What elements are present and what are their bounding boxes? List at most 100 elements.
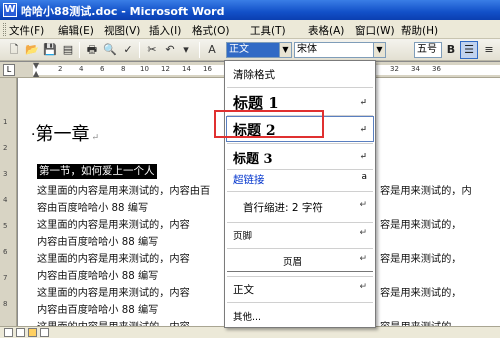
- menu-bar: 文件(F) 编辑(E) 视图(V) 插入(I) 格式(O) 工具(T) 表格(A…: [0, 20, 500, 39]
- body-line: 这里面的内容是用来测试的，内容由百: [37, 186, 211, 197]
- tab-selector-icon[interactable]: L: [3, 64, 15, 76]
- size-combo[interactable]: 五号: [414, 42, 442, 58]
- highlight-box: [214, 110, 324, 138]
- style-item-header[interactable]: 页眉 ↵: [227, 254, 373, 272]
- paragraph-mark-icon: ↵: [359, 282, 367, 292]
- menu-edit[interactable]: 编辑(E): [58, 23, 94, 38]
- chevron-down-icon[interactable]: ▼: [373, 43, 385, 57]
- menu-help[interactable]: 帮助(H): [401, 23, 438, 38]
- vruler-number: 6: [3, 248, 8, 256]
- paragraph-mark-icon: ↵: [91, 133, 99, 143]
- selected-section-title[interactable]: 第一节，如何爱上一个人: [37, 164, 157, 179]
- style-item-more[interactable]: 其他...: [227, 309, 373, 325]
- chapter-heading: ·第一章 ↵: [31, 120, 99, 146]
- dropdown-separator: [227, 276, 373, 277]
- align-justify-icon[interactable]: ☰: [460, 41, 478, 59]
- body-line: 这里面的内容是用来测试的，内容: [37, 254, 190, 265]
- font-combo[interactable]: 宋体 ▼: [294, 42, 386, 58]
- ruler-number: 36: [432, 65, 441, 73]
- style-item-heading-3[interactable]: 标题 3 ↵: [227, 145, 373, 167]
- vruler-number: 2: [3, 144, 8, 152]
- indent-marker-icon[interactable]: ▼ ▲: [33, 62, 41, 78]
- chevron-down-icon[interactable]: ▼: [279, 43, 291, 57]
- character-style-icon: a: [361, 172, 367, 182]
- body-line: 内容由百度哈哈小 88 编写: [37, 271, 159, 282]
- heading-text: 第一章: [35, 124, 90, 145]
- style-item-label: 正文: [233, 284, 254, 296]
- style-item-clear-format[interactable]: 清除格式: [227, 67, 373, 85]
- web-view-icon[interactable]: [16, 328, 25, 337]
- dropdown-separator: [227, 248, 373, 249]
- dropdown-separator: [227, 191, 373, 192]
- ruler-number: 14: [182, 65, 191, 73]
- style-item-first-line-indent[interactable]: 首行缩进: 2 字符 ↵: [227, 200, 373, 218]
- open-folder-icon[interactable]: 📂: [24, 42, 40, 58]
- ruler-number: 6: [100, 65, 105, 73]
- dropdown-separator: [227, 302, 373, 303]
- outline-view-icon[interactable]: [40, 328, 49, 337]
- font-combo-value: 宋体: [297, 44, 317, 55]
- paragraph-mark-icon: ↵: [359, 125, 367, 135]
- vruler-number: 7: [3, 274, 8, 282]
- word-app-icon: W: [3, 3, 17, 17]
- menu-insert[interactable]: 插入(I): [149, 23, 181, 38]
- formatting-toolbar: 🗋 📂 💾 ▤ 🖶 🔍 ✓ ✂ ↶ ▾ A 正文 ▼ 宋体 ▼ 五号 B ☰ ≡: [0, 39, 500, 61]
- dropdown-separator: [227, 169, 373, 170]
- normal-view-icon[interactable]: [4, 328, 13, 337]
- new-document-icon[interactable]: 🗋: [6, 42, 22, 58]
- spelling-icon[interactable]: ✓: [120, 42, 136, 58]
- print-preview-icon[interactable]: 🔍: [102, 42, 118, 58]
- dropdown-separator: [227, 143, 373, 144]
- menu-window[interactable]: 窗口(W): [355, 23, 395, 38]
- paragraph-mark-icon: ↵: [359, 228, 367, 238]
- size-combo-value: 五号: [417, 44, 437, 55]
- style-item-label: 清除格式: [233, 69, 275, 81]
- undo-dropdown-icon[interactable]: ▾: [178, 42, 194, 58]
- undo-icon[interactable]: ↶: [162, 42, 178, 58]
- vertical-ruler[interactable]: 1 2 3 4 5 6 7 8: [0, 78, 17, 326]
- body-line-right: 容是用来测试的，: [380, 254, 462, 265]
- body-line: 内容由百度哈哈小 88 编写: [37, 237, 159, 248]
- style-combo-value: 正文: [229, 44, 249, 55]
- ruler-number: 12: [161, 65, 170, 73]
- style-dropdown: 清除格式 标题 1 ↵ 标题 2 ↵ 标题 3 ↵ 超链接 a 首行缩进: 2 …: [224, 60, 376, 328]
- body-line: 这里面的内容是用来测试的，内容: [37, 220, 190, 231]
- menubar-grip: [3, 23, 6, 36]
- style-item-normal[interactable]: 正文 ↵: [227, 282, 373, 300]
- menu-view[interactable]: 视图(V): [104, 23, 140, 38]
- menu-tools[interactable]: 工具(T): [250, 23, 286, 38]
- ruler-number: 4: [79, 65, 84, 73]
- style-item-label: 其他...: [233, 312, 262, 323]
- vruler-number: 3: [3, 170, 8, 178]
- ruler-number: 10: [140, 65, 149, 73]
- print-layout-icon[interactable]: [28, 328, 37, 337]
- style-item-label: 页脚: [233, 231, 253, 242]
- cut-icon[interactable]: ✂: [144, 42, 160, 58]
- style-item-hyperlink[interactable]: 超链接 a: [227, 172, 373, 190]
- bold-button[interactable]: B: [442, 41, 460, 59]
- body-line: 内容由百度哈哈小 88 编写: [37, 305, 159, 316]
- menu-format[interactable]: 格式(O): [192, 23, 229, 38]
- permission-icon[interactable]: ▤: [60, 42, 76, 58]
- style-item-footer[interactable]: 页脚 ↵: [227, 228, 373, 246]
- print-icon[interactable]: 🖶: [84, 42, 100, 58]
- vruler-number: 1: [3, 118, 8, 126]
- body-line: 这里面的内容是用来测试的，内容: [37, 288, 190, 299]
- ruler-number: 2: [58, 65, 63, 73]
- save-icon[interactable]: 💾: [42, 42, 58, 58]
- menu-table[interactable]: 表格(A): [308, 23, 344, 38]
- vruler-number: 8: [3, 300, 8, 308]
- dropdown-separator: [227, 87, 373, 88]
- toolbar-separator: [199, 42, 200, 58]
- ruler-number: 16: [203, 65, 212, 73]
- align-center-icon[interactable]: ≡: [480, 41, 498, 59]
- body-line-right: 容是用来测试的，: [380, 220, 462, 231]
- menu-file[interactable]: 文件(F): [9, 23, 44, 38]
- body-line-right: 容是用来测试的，内: [380, 186, 472, 197]
- style-item-label: 超链接: [233, 174, 265, 186]
- style-combo[interactable]: 正文 ▼: [226, 42, 292, 58]
- ruler-number: 32: [390, 65, 399, 73]
- style-item-label: 首行缩进: 2 字符: [243, 202, 323, 214]
- dropdown-separator: [227, 222, 373, 223]
- styles-pane-icon[interactable]: A: [204, 42, 220, 58]
